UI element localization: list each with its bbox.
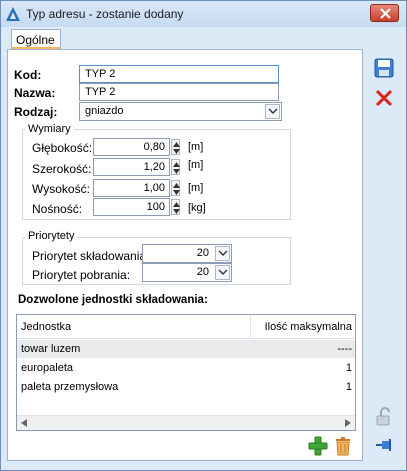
close-icon [380, 8, 391, 19]
row-unit-name: paleta przemysłowa [21, 381, 119, 393]
general-panel: Kod: TYP 2 Nazwa: TYP 2 Rodzaj: gniazdo … [7, 49, 363, 461]
title-bar[interactable]: Typ adresu - zostanie dodany [1, 1, 406, 27]
scroll-left-icon[interactable] [21, 419, 27, 427]
column-header-jednostka[interactable]: Jednostka [21, 321, 71, 333]
spin-up-icon [173, 202, 180, 207]
glebokosc-label: Głębokość: [32, 141, 93, 155]
kod-label: Kod: [14, 68, 42, 82]
spin-down-icon [173, 169, 180, 174]
priorytet-skladowania-value: 20 [196, 247, 209, 259]
szerokosc-spinner[interactable] [171, 159, 180, 175]
nosnosc-unit: [kg] [188, 202, 206, 214]
row-unit-name: towar luzem [21, 343, 81, 355]
spin-down-icon [173, 209, 180, 214]
priorytet-skladowania-select[interactable]: 20 [142, 244, 232, 263]
save-icon [374, 58, 394, 78]
priorytet-pobrania-dropdown[interactable] [215, 265, 230, 280]
priorytet-pobrania-value: 20 [196, 266, 209, 278]
table-row[interactable]: paleta przemysłowa 1 [17, 378, 355, 396]
priorytet-pobrania-select[interactable]: 20 [142, 263, 232, 282]
spin-up-icon [173, 162, 180, 167]
row-unit-qty: ---- [337, 343, 352, 355]
priorytet-skladowania-dropdown[interactable] [215, 246, 230, 261]
priorytet-pobrania-label: Priorytet pobrania: [32, 268, 131, 282]
tab-ogolne-label: Ogólne [16, 33, 55, 47]
szerokosc-label: Szerokość: [32, 162, 92, 176]
wysokosc-value: 1,00 [143, 182, 165, 194]
save-button[interactable] [373, 57, 395, 79]
spin-up-icon [173, 183, 180, 188]
row-unit-name: europaleta [21, 362, 73, 374]
window-title: Typ adresu - zostanie dodany [26, 7, 184, 21]
add-icon [308, 436, 328, 456]
cancel-button[interactable] [373, 87, 395, 109]
grid-header: Jednostka Ilość maksymalna [17, 315, 355, 339]
table-row[interactable]: europaleta 1 [17, 359, 355, 377]
chevron-down-icon [218, 269, 228, 275]
units-section-title: Dozwolone jednostki składowania: [18, 294, 208, 306]
delete-button[interactable] [332, 435, 354, 457]
lock-button[interactable] [373, 406, 395, 428]
column-separator[interactable] [250, 315, 251, 339]
wysokosc-unit: [m] [188, 182, 204, 194]
nazwa-value: TYP 2 [85, 86, 116, 98]
glebokosc-input[interactable]: 0,80 [93, 138, 170, 156]
rodzaj-label: Rodzaj: [14, 105, 58, 119]
nosnosc-spinner[interactable] [171, 199, 180, 215]
scroll-right-icon[interactable] [345, 419, 351, 427]
table-row[interactable]: towar luzem ---- [17, 340, 355, 358]
wysokosc-label: Wysokość: [32, 182, 90, 196]
delete-icon [336, 437, 350, 456]
wysokosc-spinner[interactable] [171, 180, 180, 196]
nosnosc-label: Nośność: [32, 202, 83, 216]
priorytet-skladowania-label: Priorytet składowania: [32, 249, 150, 263]
glebokosc-unit: [m] [188, 141, 204, 153]
pin-button[interactable] [373, 435, 395, 457]
priorytety-title: Priorytety [25, 230, 78, 242]
nosnosc-input[interactable]: 100 [93, 198, 170, 216]
kod-field[interactable]: TYP 2 [79, 65, 279, 83]
szerokosc-unit: [m] [188, 159, 204, 171]
wymiary-title: Wymiary [25, 123, 74, 135]
nazwa-label: Nazwa: [14, 86, 56, 100]
glebokosc-spinner[interactable] [171, 139, 180, 155]
rodzaj-dropdown-button[interactable] [265, 104, 280, 119]
horizontal-scrollbar[interactable] [17, 415, 355, 430]
chevron-down-icon [218, 250, 228, 256]
rodzaj-select[interactable]: gniazdo [79, 102, 282, 121]
tab-ogolne[interactable]: Ogólne [11, 29, 61, 49]
wysokosc-input[interactable]: 1,00 [93, 179, 170, 197]
spin-down-icon [173, 190, 180, 195]
chevron-down-icon [268, 108, 278, 114]
row-unit-qty: 1 [345, 381, 352, 393]
pin-icon [376, 439, 391, 451]
kod-value: TYP 2 [85, 68, 116, 80]
nosnosc-value: 100 [146, 201, 165, 213]
szerokosc-value: 1,20 [143, 161, 165, 173]
szerokosc-input[interactable]: 1,20 [93, 158, 170, 176]
lock-icon [376, 407, 390, 426]
app-triangle-icon [6, 7, 20, 21]
nazwa-field[interactable]: TYP 2 [79, 83, 279, 101]
spin-up-icon [173, 142, 180, 147]
rodzaj-value: gniazdo [85, 105, 124, 117]
spin-down-icon [173, 149, 180, 154]
cancel-icon [375, 89, 393, 107]
dialog-window: Typ adresu - zostanie dodany Ogólne Kod:… [0, 0, 407, 471]
glebokosc-value: 0,80 [143, 141, 165, 153]
row-unit-qty: 1 [345, 362, 352, 374]
add-button[interactable] [307, 435, 329, 457]
column-header-ilosc[interactable]: Ilość maksymalna [265, 321, 352, 333]
units-grid: Jednostka Ilość maksymalna towar luzem -… [16, 314, 356, 431]
close-button[interactable] [370, 4, 399, 22]
